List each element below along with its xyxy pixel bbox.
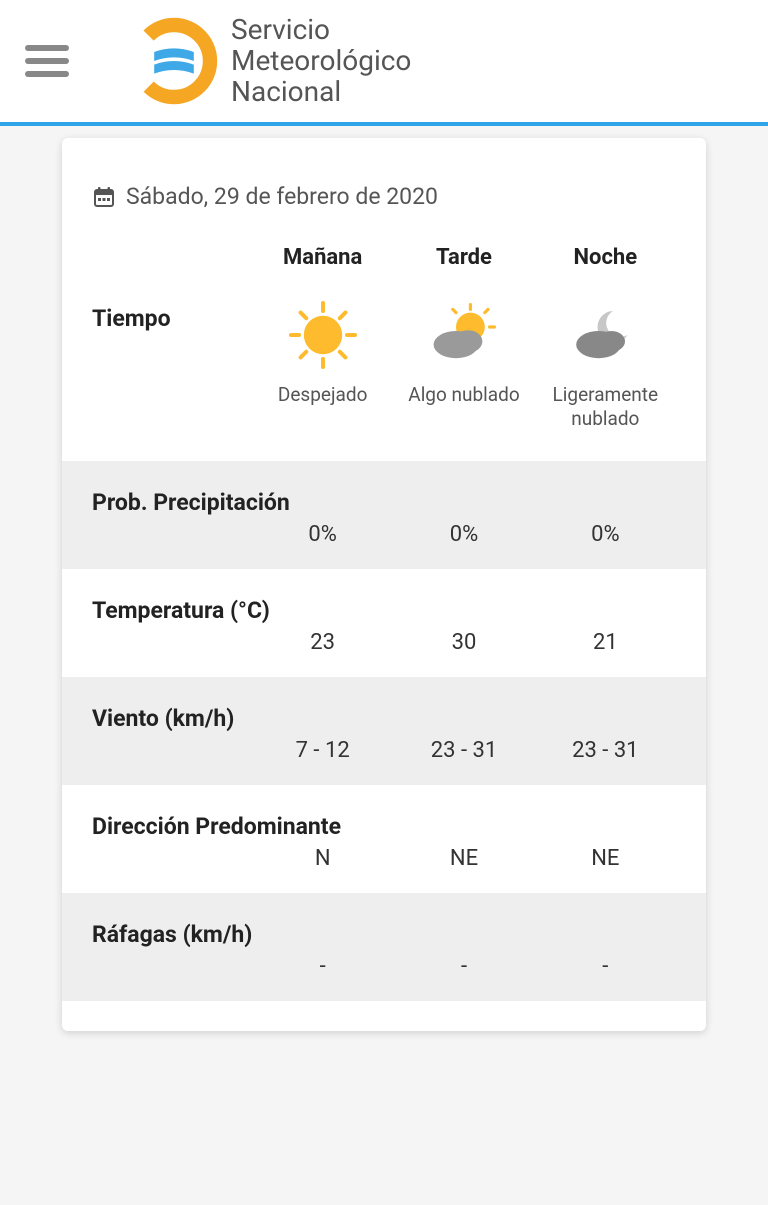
org-line: Nacional — [231, 77, 411, 108]
weather-night: Ligeramente nublado — [535, 295, 676, 431]
temp-label: Temperatura (°C) — [92, 587, 676, 630]
forecast-date-row: Sábado, 29 de febrero de 2020 — [92, 183, 676, 210]
precip-afternoon: 0% — [393, 522, 534, 547]
weather-morning-text: Despejado — [252, 383, 393, 407]
wind-row: Viento (km/h) 7 - 12 23 - 31 23 - 31 — [62, 677, 706, 785]
weather-row: Tiempo — [92, 295, 676, 461]
smn-logo-icon — [129, 16, 219, 106]
sun-icon — [283, 295, 363, 375]
menu-button[interactable] — [25, 45, 69, 77]
app-header: Servicio Meteorológico Nacional — [0, 0, 768, 126]
night-cloudy-icon — [565, 295, 645, 375]
forecast-date: Sábado, 29 de febrero de 2020 — [126, 183, 438, 210]
wind-label: Viento (km/h) — [92, 695, 676, 738]
gusts-label: Ráfagas (km/h) — [92, 911, 676, 954]
gusts-afternoon: - — [393, 954, 534, 979]
temp-morning: 23 — [252, 630, 393, 655]
gusts-row: Ráfagas (km/h) - - - — [62, 893, 706, 1001]
column-headers: Mañana Tarde Noche — [92, 245, 676, 270]
weather-morning: Despejado — [252, 295, 393, 407]
precip-label: Prob. Precipitación — [92, 479, 676, 522]
org-line: Servicio — [231, 15, 411, 46]
wind-afternoon: 23 - 31 — [393, 738, 534, 763]
forecast-table: Mañana Tarde Noche Tiempo — [92, 245, 676, 1001]
temp-night: 21 — [535, 630, 676, 655]
direction-night: NE — [535, 846, 676, 871]
partly-cloudy-icon — [424, 295, 504, 375]
wind-morning: 7 - 12 — [252, 738, 393, 763]
org-name: Servicio Meteorológico Nacional — [231, 15, 411, 107]
precip-night: 0% — [535, 522, 676, 547]
org-line: Meteorológico — [231, 46, 411, 77]
weather-night-text: Ligeramente nublado — [535, 383, 676, 431]
calendar-icon — [92, 185, 116, 209]
col-morning: Mañana — [252, 245, 393, 270]
forecast-card: Sábado, 29 de febrero de 2020 Mañana Tar… — [62, 138, 706, 1031]
logo[interactable]: Servicio Meteorológico Nacional — [129, 15, 411, 107]
direction-afternoon: NE — [393, 846, 534, 871]
gusts-morning: - — [252, 954, 393, 979]
col-night: Noche — [535, 245, 676, 270]
precip-morning: 0% — [252, 522, 393, 547]
weather-label: Tiempo — [92, 295, 252, 332]
temperature-row: Temperatura (°C) 23 30 21 — [92, 569, 676, 677]
weather-afternoon-text: Algo nublado — [393, 383, 534, 407]
direction-row: Dirección Predominante N NE NE — [92, 785, 676, 893]
weather-afternoon: Algo nublado — [393, 295, 534, 407]
gusts-night: - — [535, 954, 676, 979]
col-afternoon: Tarde — [393, 245, 534, 270]
precipitation-row: Prob. Precipitación 0% 0% 0% — [62, 461, 706, 569]
wind-night: 23 - 31 — [535, 738, 676, 763]
direction-morning: N — [252, 846, 393, 871]
temp-afternoon: 30 — [393, 630, 534, 655]
direction-label: Dirección Predominante — [92, 803, 676, 846]
